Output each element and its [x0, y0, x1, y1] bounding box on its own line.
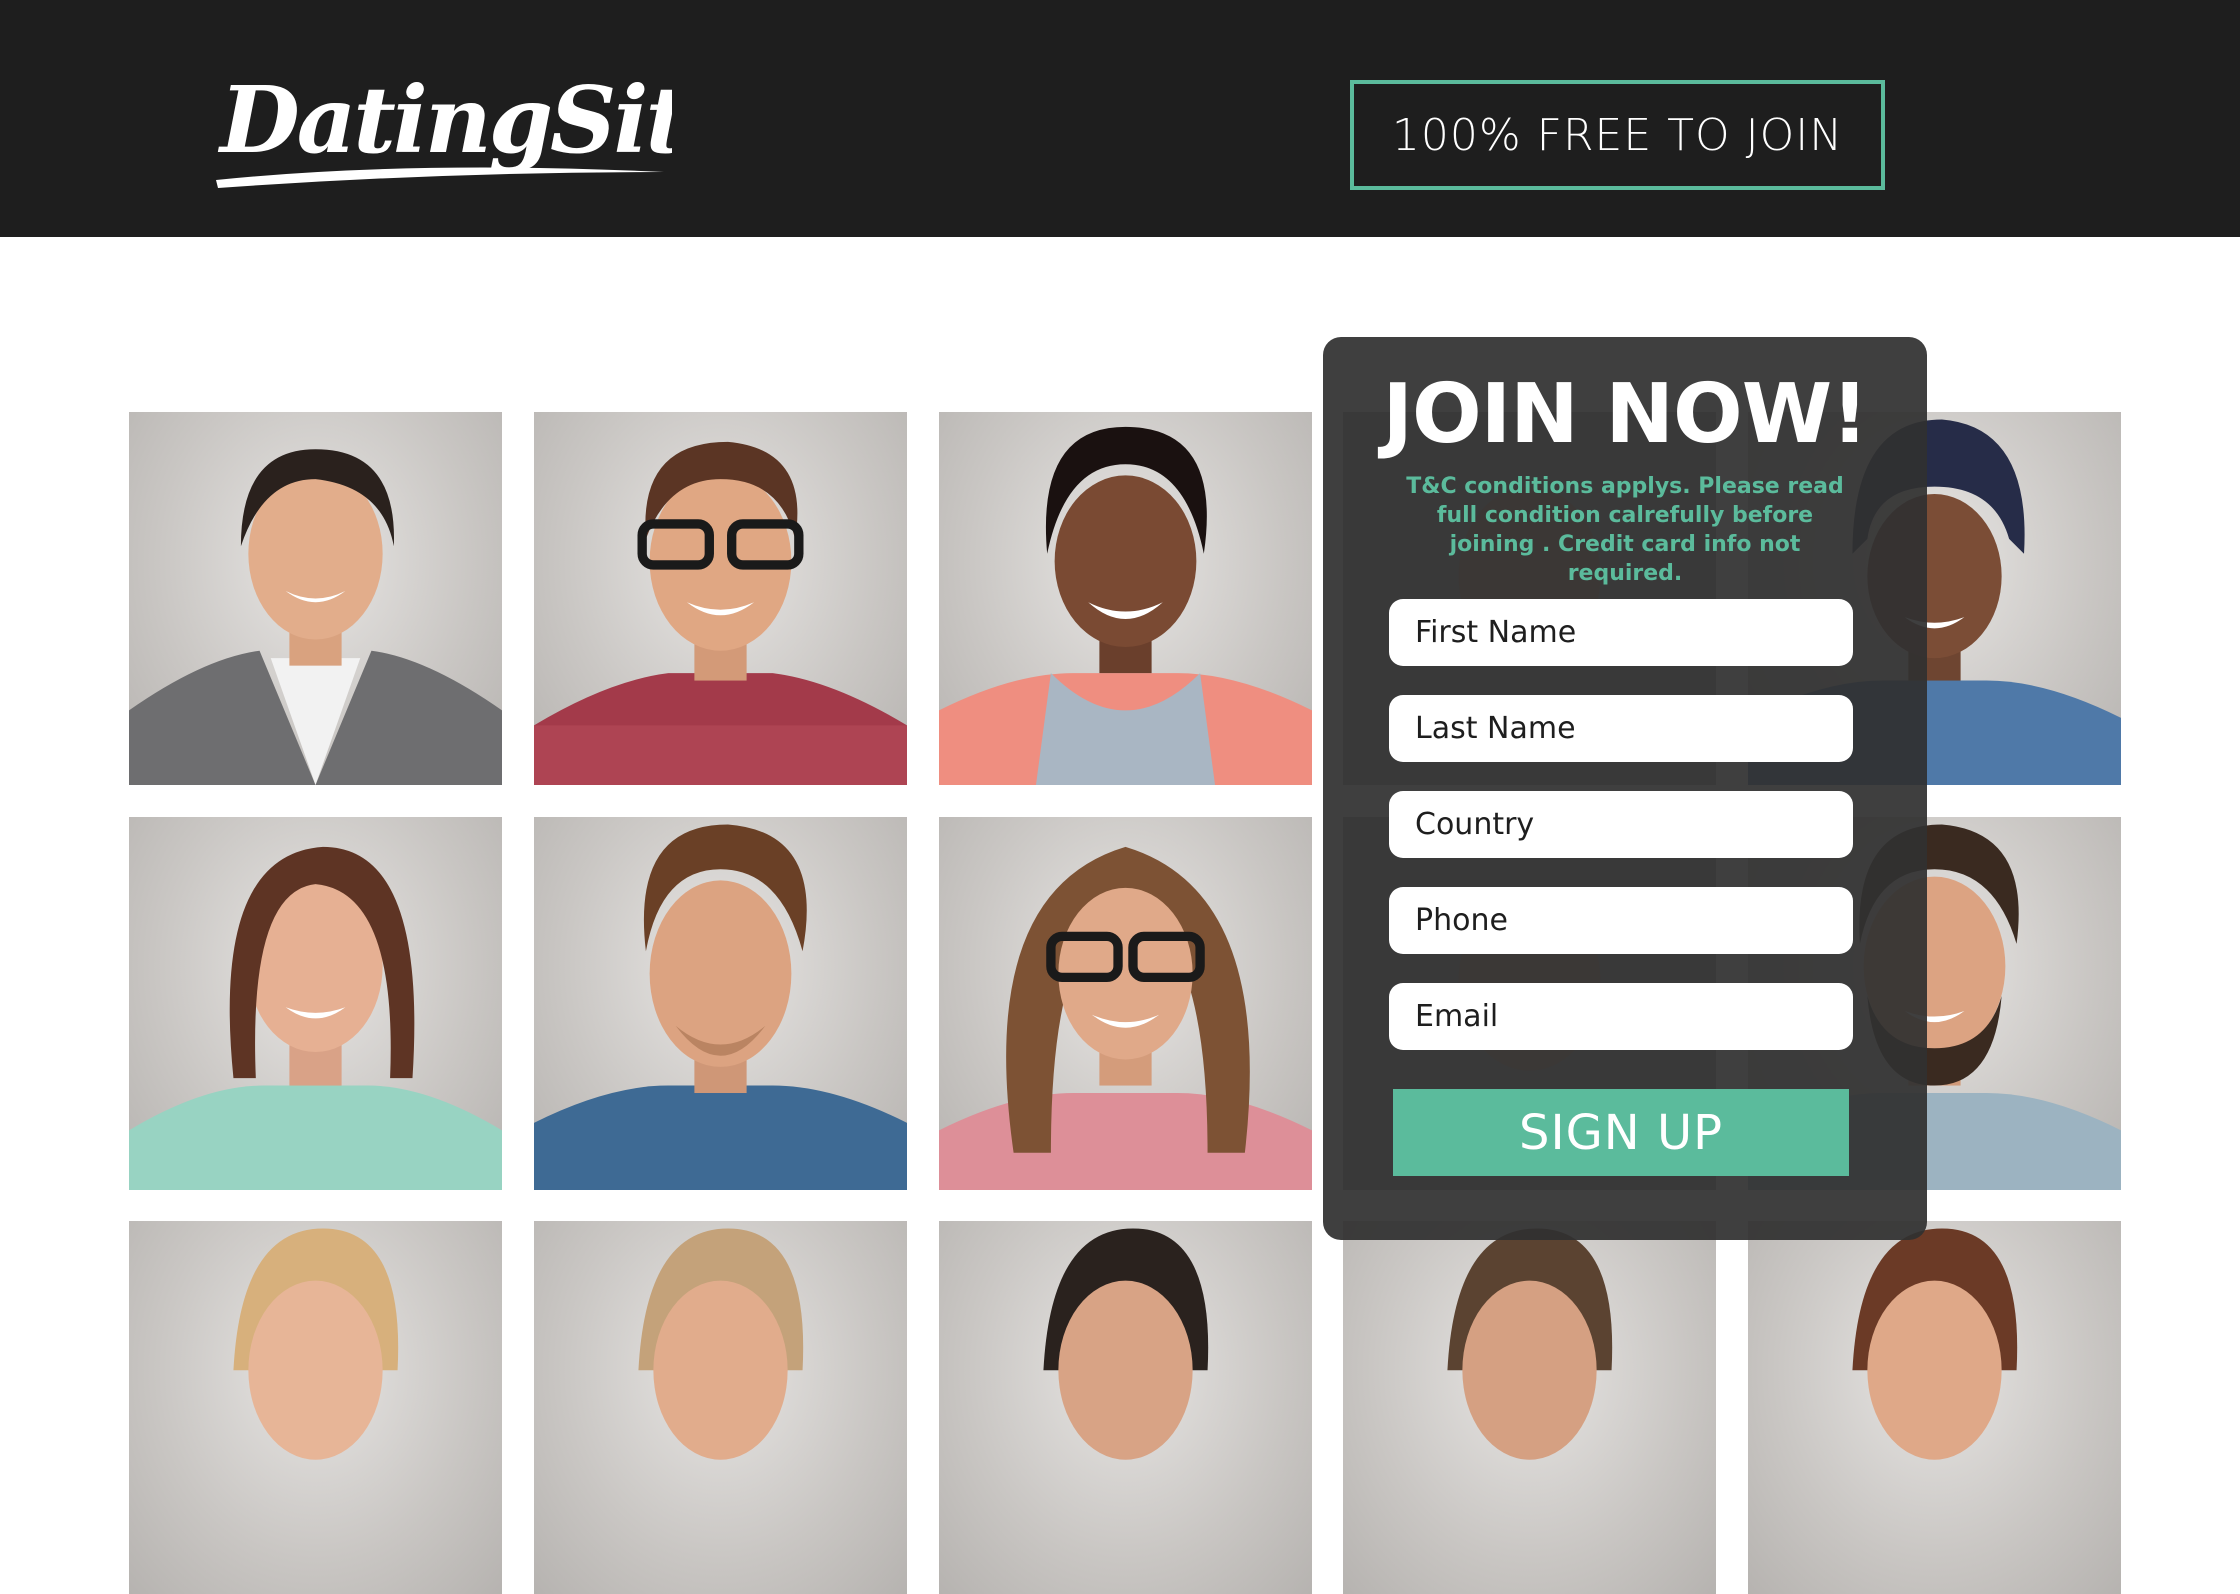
country-field[interactable] — [1389, 791, 1853, 858]
join-now-heading: JOIN NOW! — [1382, 367, 1868, 462]
signup-panel: JOIN NOW! T&C conditions applys. Please … — [1323, 337, 1927, 1240]
profile-photo[interactable] — [129, 1221, 502, 1594]
profile-photo[interactable] — [1748, 1221, 2121, 1594]
profile-photo[interactable] — [129, 412, 502, 785]
profile-photo[interactable] — [939, 1221, 1312, 1594]
profile-photo[interactable] — [939, 412, 1312, 785]
terms-notice: T&C conditions applys. Please read full … — [1406, 474, 1844, 586]
phone-field[interactable] — [1389, 887, 1853, 954]
last-name-field[interactable] — [1389, 695, 1853, 762]
profile-photo[interactable] — [129, 817, 502, 1190]
profile-photo[interactable] — [534, 817, 907, 1190]
sign-up-button[interactable]: SIGN UP — [1393, 1089, 1849, 1176]
profile-photo[interactable] — [534, 1221, 907, 1594]
profile-photo[interactable] — [939, 817, 1312, 1190]
profile-photo[interactable] — [534, 412, 907, 785]
email-field[interactable] — [1389, 983, 1853, 1050]
first-name-field[interactable] — [1389, 599, 1853, 666]
profile-photo[interactable] — [1343, 1221, 1716, 1594]
